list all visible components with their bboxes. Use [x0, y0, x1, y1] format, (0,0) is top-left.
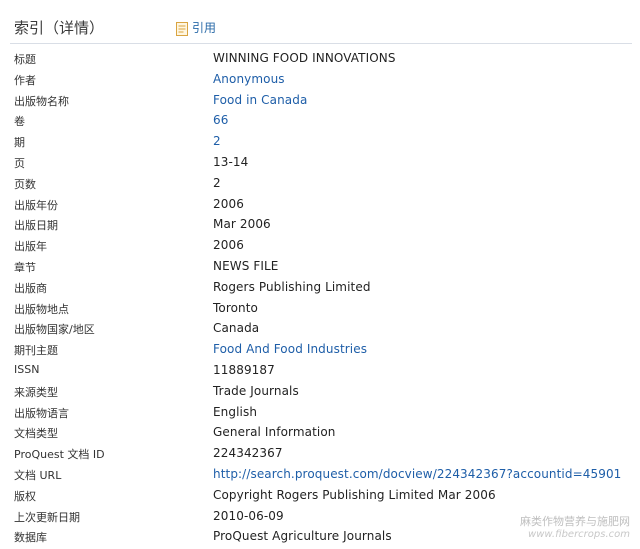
field-label: 文档类型 [14, 427, 58, 441]
field-label: ISSN [14, 362, 40, 376]
citation-document-icon [176, 21, 188, 36]
detail-fields: 标题 WINNING FOOD INNOVATIONS 作者 Anonymous… [0, 48, 640, 547]
field-label: 卷 [14, 115, 25, 129]
field-publication-year: 出版年份 2006 [0, 194, 640, 215]
field-label: 章节 [14, 260, 36, 274]
field-label: 版权 [14, 489, 36, 503]
field-value: 11889187 [213, 362, 275, 377]
volume-link[interactable]: 66 [213, 113, 228, 127]
field-publication-date: 出版日期 Mar 2006 [0, 214, 640, 235]
field-value: English [213, 404, 258, 419]
field-label: 页 [14, 156, 25, 170]
field-issue: 期 2 [0, 131, 640, 152]
field-copyright: 版权 Copyright Rogers Publishing Limited M… [0, 485, 640, 506]
header-divider [10, 43, 632, 44]
field-value: Trade Journals [213, 383, 299, 398]
field-value: ProQuest Agriculture Journals [213, 529, 392, 544]
field-label: 出版物语言 [14, 406, 69, 420]
field-label: 数据库 [14, 531, 47, 545]
field-issn: ISSN 11889187 [0, 360, 640, 381]
watermark-text: 麻类作物营养与施肥网 [520, 515, 630, 528]
site-watermark: 麻类作物营养与施肥网 www.fibercrops.com [520, 515, 630, 541]
detail-header: 索引（详情） 引用 [0, 0, 640, 42]
field-author: 作者 Anonymous [0, 69, 640, 90]
field-value: Copyright Rogers Publishing Limited Mar … [213, 487, 496, 502]
field-label: 出版物地点 [14, 302, 69, 316]
publication-link[interactable]: Food in Canada [213, 93, 307, 107]
field-value: Mar 2006 [213, 217, 271, 232]
author-link[interactable]: Anonymous [213, 72, 285, 86]
field-value: 13-14 [213, 154, 249, 169]
field-label: 出版商 [14, 281, 47, 295]
field-value: NEWS FILE [213, 258, 279, 273]
field-label: 文档 URL [14, 468, 62, 482]
cite-button[interactable]: 引用 [176, 19, 216, 36]
field-label: ProQuest 文档 ID [14, 448, 105, 462]
field-label: 上次更新日期 [14, 510, 80, 524]
field-label: 标题 [14, 53, 36, 66]
field-value: Canada [213, 321, 260, 336]
cite-label: 引用 [192, 21, 217, 35]
field-page-count: 页数 2 [0, 173, 640, 194]
document-url-link[interactable]: http://search.proquest.com/docview/22434… [213, 467, 621, 481]
field-proquest-id: ProQuest 文档 ID 224342367 [0, 443, 640, 464]
field-value: WINNING FOOD INNOVATIONS [213, 51, 396, 65]
field-label: 作者 [14, 73, 36, 87]
field-value: 2 [213, 175, 221, 190]
field-label: 期刊主题 [14, 344, 58, 358]
field-pages: 页 13-14 [0, 152, 640, 173]
field-label: 出版物国家/地区 [14, 323, 95, 337]
field-value: 2010-06-09 [213, 508, 284, 523]
field-label: 期 [14, 136, 25, 150]
page-title: 索引（详情） [14, 19, 105, 37]
field-value: Toronto [213, 300, 258, 315]
field-section: 章节 NEWS FILE [0, 256, 640, 277]
field-label: 出版年份 [14, 198, 58, 212]
field-journal-subject: 期刊主题 Food And Food Industries [0, 339, 640, 360]
field-volume: 卷 66 [0, 110, 640, 131]
field-place-of-publication: 出版物地点 Toronto [0, 298, 640, 319]
field-label: 出版年 [14, 240, 47, 254]
field-value: General Information [213, 425, 336, 440]
field-label: 出版日期 [14, 219, 58, 233]
field-value: Rogers Publishing Limited [213, 279, 371, 294]
field-country-of-publication: 出版物国家/地区 Canada [0, 318, 640, 339]
field-source-type: 来源类型 Trade Journals [0, 381, 640, 402]
field-label: 出版物名称 [14, 94, 69, 108]
field-value: 2006 [213, 196, 244, 211]
field-value: 224342367 [213, 446, 283, 461]
field-label: 页数 [14, 177, 36, 191]
field-label: 来源类型 [14, 385, 58, 399]
journal-subject-link[interactable]: Food And Food Industries [213, 342, 367, 356]
field-title: 标题 WINNING FOOD INNOVATIONS [0, 48, 640, 69]
field-document-url: 文档 URL http://search.proquest.com/docvie… [0, 464, 640, 485]
field-document-type: 文档类型 General Information [0, 422, 640, 443]
field-year: 出版年 2006 [0, 235, 640, 256]
field-value: 2006 [213, 238, 244, 253]
field-publisher: 出版商 Rogers Publishing Limited [0, 277, 640, 298]
field-publication-title: 出版物名称 Food in Canada [0, 90, 640, 111]
watermark-url: www.fibercrops.com [528, 529, 630, 540]
issue-link[interactable]: 2 [213, 134, 221, 148]
field-language: 出版物语言 English [0, 402, 640, 423]
